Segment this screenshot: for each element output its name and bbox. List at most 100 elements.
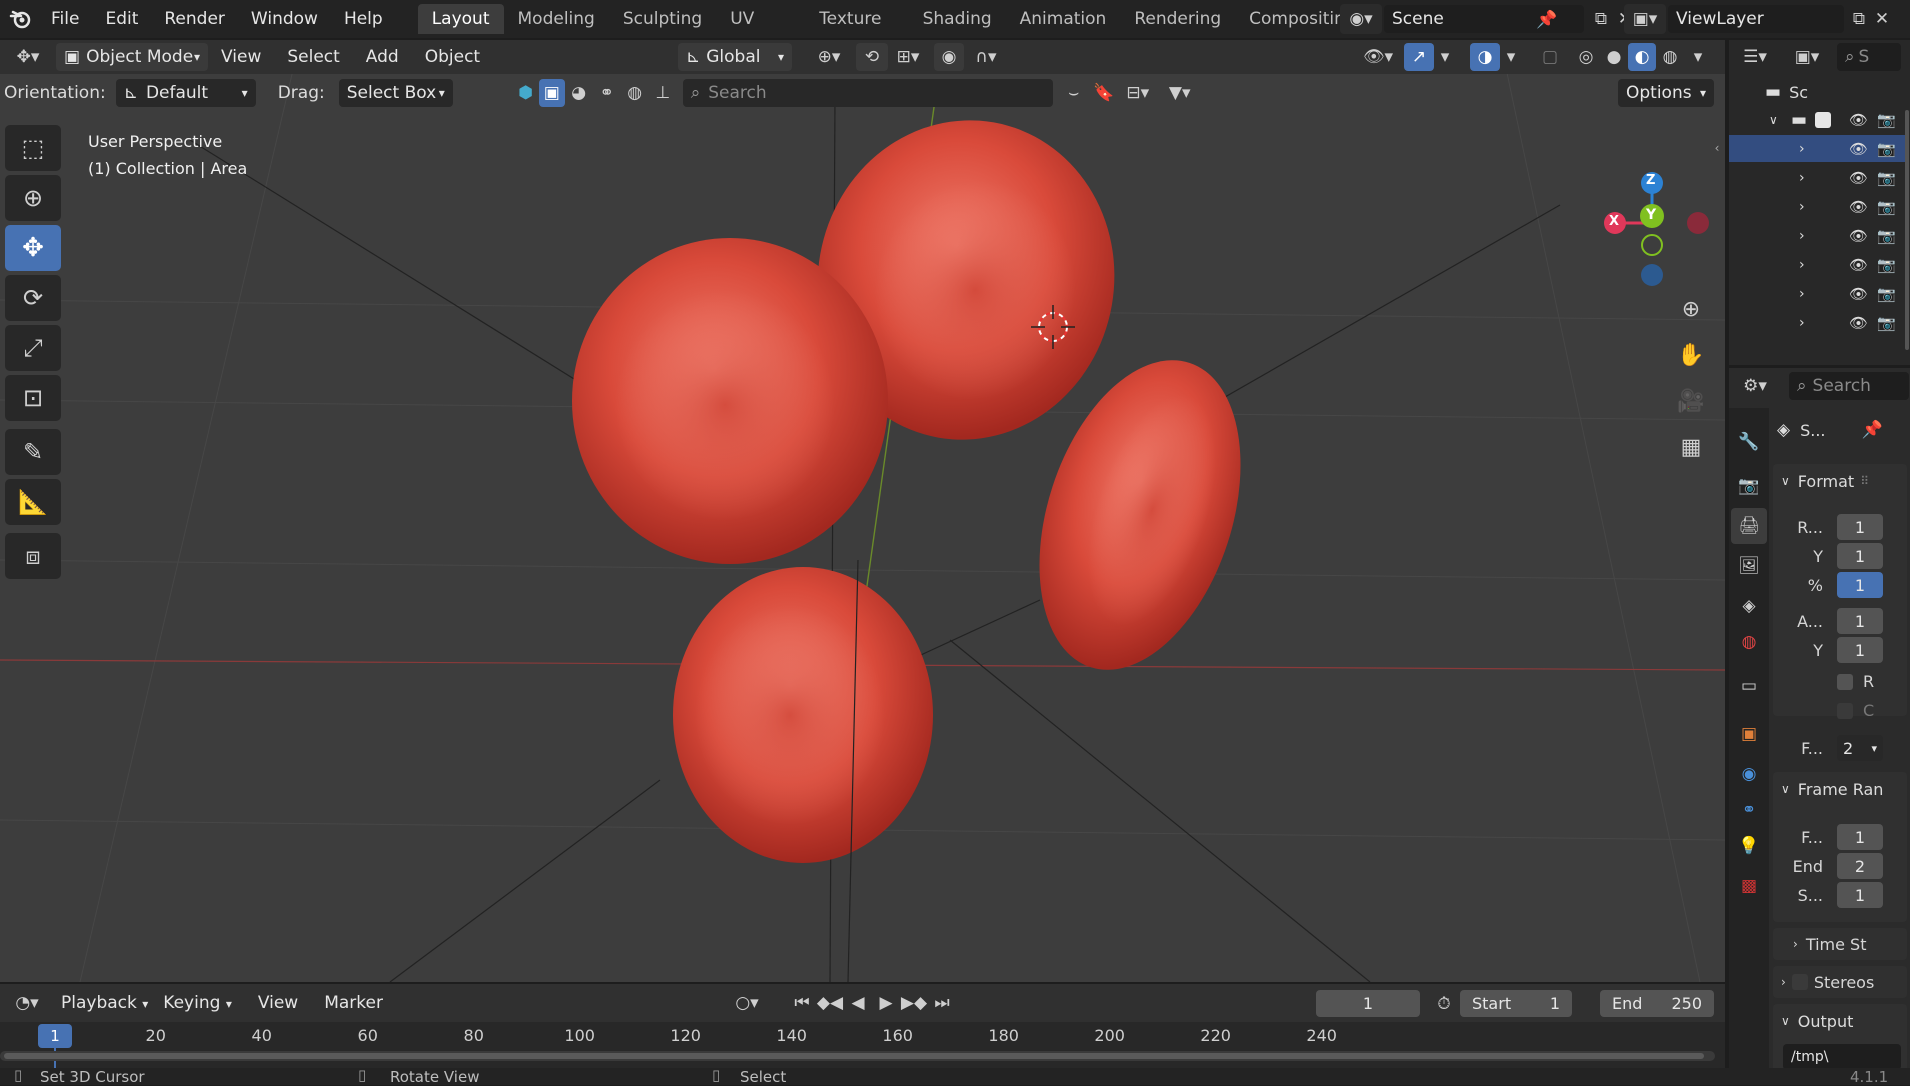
navigation-gizmo[interactable]: Z Y X	[1590, 128, 1710, 298]
mode-selector[interactable]: ▣ Object Mode ▾	[56, 43, 208, 71]
bookmark-icon[interactable]: 🔖	[1091, 79, 1117, 107]
red-blood-cell-left[interactable]	[572, 238, 888, 564]
outliner-object-row[interactable]: › 👁 📷	[1729, 164, 1905, 191]
select-mesh-icon[interactable]: ◕	[565, 79, 593, 107]
outliner-object-row[interactable]: › 👁 📷	[1729, 251, 1905, 278]
chevron-right-icon[interactable]: ›	[1799, 141, 1815, 157]
menu-add[interactable]: Add	[353, 40, 412, 74]
camera-render-icon[interactable]: 📷	[1877, 111, 1896, 129]
red-blood-cell-bottom[interactable]	[673, 567, 933, 863]
timeline-editor-icon[interactable]: ◔▾	[6, 989, 48, 1017]
texture-tab-icon[interactable]: ▩	[1731, 868, 1767, 904]
constraints-tab-icon[interactable]: ⚭	[1731, 792, 1767, 828]
timeline-ruler[interactable]: 1 20 40 60 80 100 120 140 160 180 200 220 240	[0, 1022, 1725, 1068]
chevron-right-icon[interactable]: ›	[1799, 228, 1815, 244]
outliner-collection-row[interactable]: ∨ ▬ 👁 📷	[1729, 106, 1905, 133]
next-keyframe-icon[interactable]: ▶◆	[900, 989, 928, 1017]
sidebar-toggle-icon[interactable]: ‹	[1710, 136, 1724, 160]
eye-icon[interactable]: 👁	[1849, 256, 1868, 274]
shading-dropdown-icon[interactable]: ▾	[1688, 43, 1708, 71]
end-frame-field[interactable]: End 250	[1600, 990, 1714, 1017]
frame-end-field[interactable]: 2	[1837, 853, 1883, 879]
crop-checkbox[interactable]	[1837, 702, 1853, 719]
outliner-object-row[interactable]: › 👁 📷	[1729, 309, 1905, 336]
pivot-point-icon[interactable]: ⊕▾	[806, 43, 852, 71]
playhead[interactable]: 1	[38, 1024, 72, 1048]
3d-viewport[interactable]: ✥▾ ▣ Object Mode ▾ View Select Add Objec…	[0, 40, 1725, 982]
chevron-right-icon[interactable]: ›	[1799, 199, 1815, 215]
transform-tool[interactable]: ⊡	[5, 375, 61, 421]
select-camera-icon[interactable]: ⊥	[649, 79, 677, 107]
frame-step-field[interactable]: 1	[1837, 882, 1883, 908]
eye-icon[interactable]: 👁	[1849, 314, 1868, 332]
select-world-icon[interactable]: ◍	[621, 79, 649, 107]
tab-uv-editing[interactable]: UV Editing	[716, 4, 805, 34]
menu-view[interactable]: View	[208, 40, 274, 74]
snap-toggle-icon[interactable]: ⟲	[856, 43, 888, 71]
play-icon[interactable]: ▶	[872, 989, 900, 1017]
camera-render-icon[interactable]: 📷	[1877, 140, 1896, 158]
camera-render-icon[interactable]: 📷	[1877, 227, 1896, 245]
annotate-tool[interactable]: ✎	[5, 429, 61, 475]
menu-keying[interactable]: Keying ▾	[150, 984, 245, 1022]
transform-orientation-selector[interactable]: ⊾ Global ▾	[678, 43, 792, 71]
perspective-grid-icon[interactable]: ▦	[1672, 428, 1710, 466]
physics-tab-icon[interactable]: ◉	[1731, 756, 1767, 792]
eye-icon[interactable]: 👁	[1849, 285, 1868, 303]
filter-icon[interactable]: ▼▾	[1159, 79, 1201, 107]
outliner-object-row[interactable]: › 👁 📷	[1729, 280, 1905, 307]
output-panel-header[interactable]: ∨ Output	[1773, 1004, 1907, 1038]
move-tool[interactable]: ✥	[5, 225, 61, 271]
display-mode-icon[interactable]: ▣▾	[1785, 43, 1829, 71]
overlay-toggle-icon[interactable]: ◑	[1470, 43, 1500, 71]
outliner-scrollbar[interactable]	[1905, 110, 1909, 350]
curve-icon[interactable]: ⌣	[1057, 79, 1091, 107]
cursor-tool[interactable]: ⊕	[5, 175, 61, 221]
proportional-edit-icon[interactable]: ◉	[934, 43, 964, 71]
material-shading-icon[interactable]: ◐	[1628, 43, 1656, 71]
menu-window[interactable]: Window	[238, 0, 331, 38]
blender-logo-icon[interactable]	[8, 6, 34, 32]
chevron-right-icon[interactable]: ›	[1799, 257, 1815, 273]
menu-help[interactable]: Help	[331, 0, 396, 38]
asset-search-field[interactable]: ⌕ Search	[682, 79, 1053, 107]
eye-icon[interactable]: 👁	[1849, 111, 1868, 129]
tab-sculpting[interactable]: Sculpting	[609, 4, 716, 34]
close-viewlayer-icon[interactable]: ✕	[1872, 5, 1892, 33]
camera-render-icon[interactable]: 📷	[1877, 314, 1896, 332]
resolution-y-field[interactable]: 1	[1837, 543, 1883, 569]
timeline-scrollbar-thumb[interactable]	[4, 1053, 1704, 1059]
camera-render-icon[interactable]: 📷	[1877, 256, 1896, 274]
orientation-setting-dropdown[interactable]: ⊾ Default ▾	[115, 79, 256, 107]
chevron-down-icon[interactable]: ∨	[1769, 113, 1785, 127]
data-tab-icon[interactable]: 💡	[1731, 828, 1767, 864]
camera-view-icon[interactable]: 🎥	[1672, 382, 1710, 420]
resolution-percent-field[interactable]: 1	[1837, 572, 1883, 598]
measure-tool[interactable]: 📐	[5, 479, 61, 525]
tab-modeling[interactable]: Modeling	[504, 4, 609, 34]
render-tab-icon[interactable]: 📷	[1731, 468, 1767, 504]
jump-end-icon[interactable]: ⏭	[928, 989, 956, 1017]
properties-search-field[interactable]: ⌕ Search	[1789, 372, 1909, 400]
preview-range-icon[interactable]: ⏱	[1430, 990, 1458, 1017]
camera-render-icon[interactable]: 📷	[1877, 169, 1896, 187]
add-cube-tool[interactable]: ⧈	[5, 533, 61, 579]
drag-handle-icon[interactable]: ⠿	[1860, 474, 1869, 488]
tab-texture-paint[interactable]: Texture Paint	[805, 4, 908, 34]
current-frame-field[interactable]: 1	[1316, 990, 1420, 1017]
rotate-tool[interactable]: ⟳	[5, 275, 61, 321]
properties-editor-icon[interactable]: ⚙▾	[1733, 372, 1777, 400]
gizmo-dropdown-icon[interactable]: ▾	[1436, 43, 1454, 71]
outliner-object-row[interactable]: › 👁 📷	[1729, 222, 1905, 249]
resolution-x-field[interactable]: 1	[1837, 514, 1883, 540]
output-path-field[interactable]: /tmp\	[1783, 1044, 1901, 1070]
format-panel-header[interactable]: ∨ Format ⠿	[1773, 464, 1907, 498]
select-all-types-icon[interactable]: ⬢	[513, 79, 539, 107]
collection-tab-icon[interactable]: ▭	[1731, 668, 1767, 704]
menu-timeline-view[interactable]: View	[245, 984, 311, 1022]
frame-rate-dropdown[interactable]: 2 ▾	[1837, 735, 1883, 761]
chevron-right-icon[interactable]: ›	[1799, 286, 1815, 302]
tool-tab-icon[interactable]: 🔧	[1731, 424, 1767, 460]
stereoscopy-panel[interactable]: › Stereos	[1773, 966, 1907, 998]
wireframe-shading-icon[interactable]: ◎	[1572, 43, 1600, 71]
